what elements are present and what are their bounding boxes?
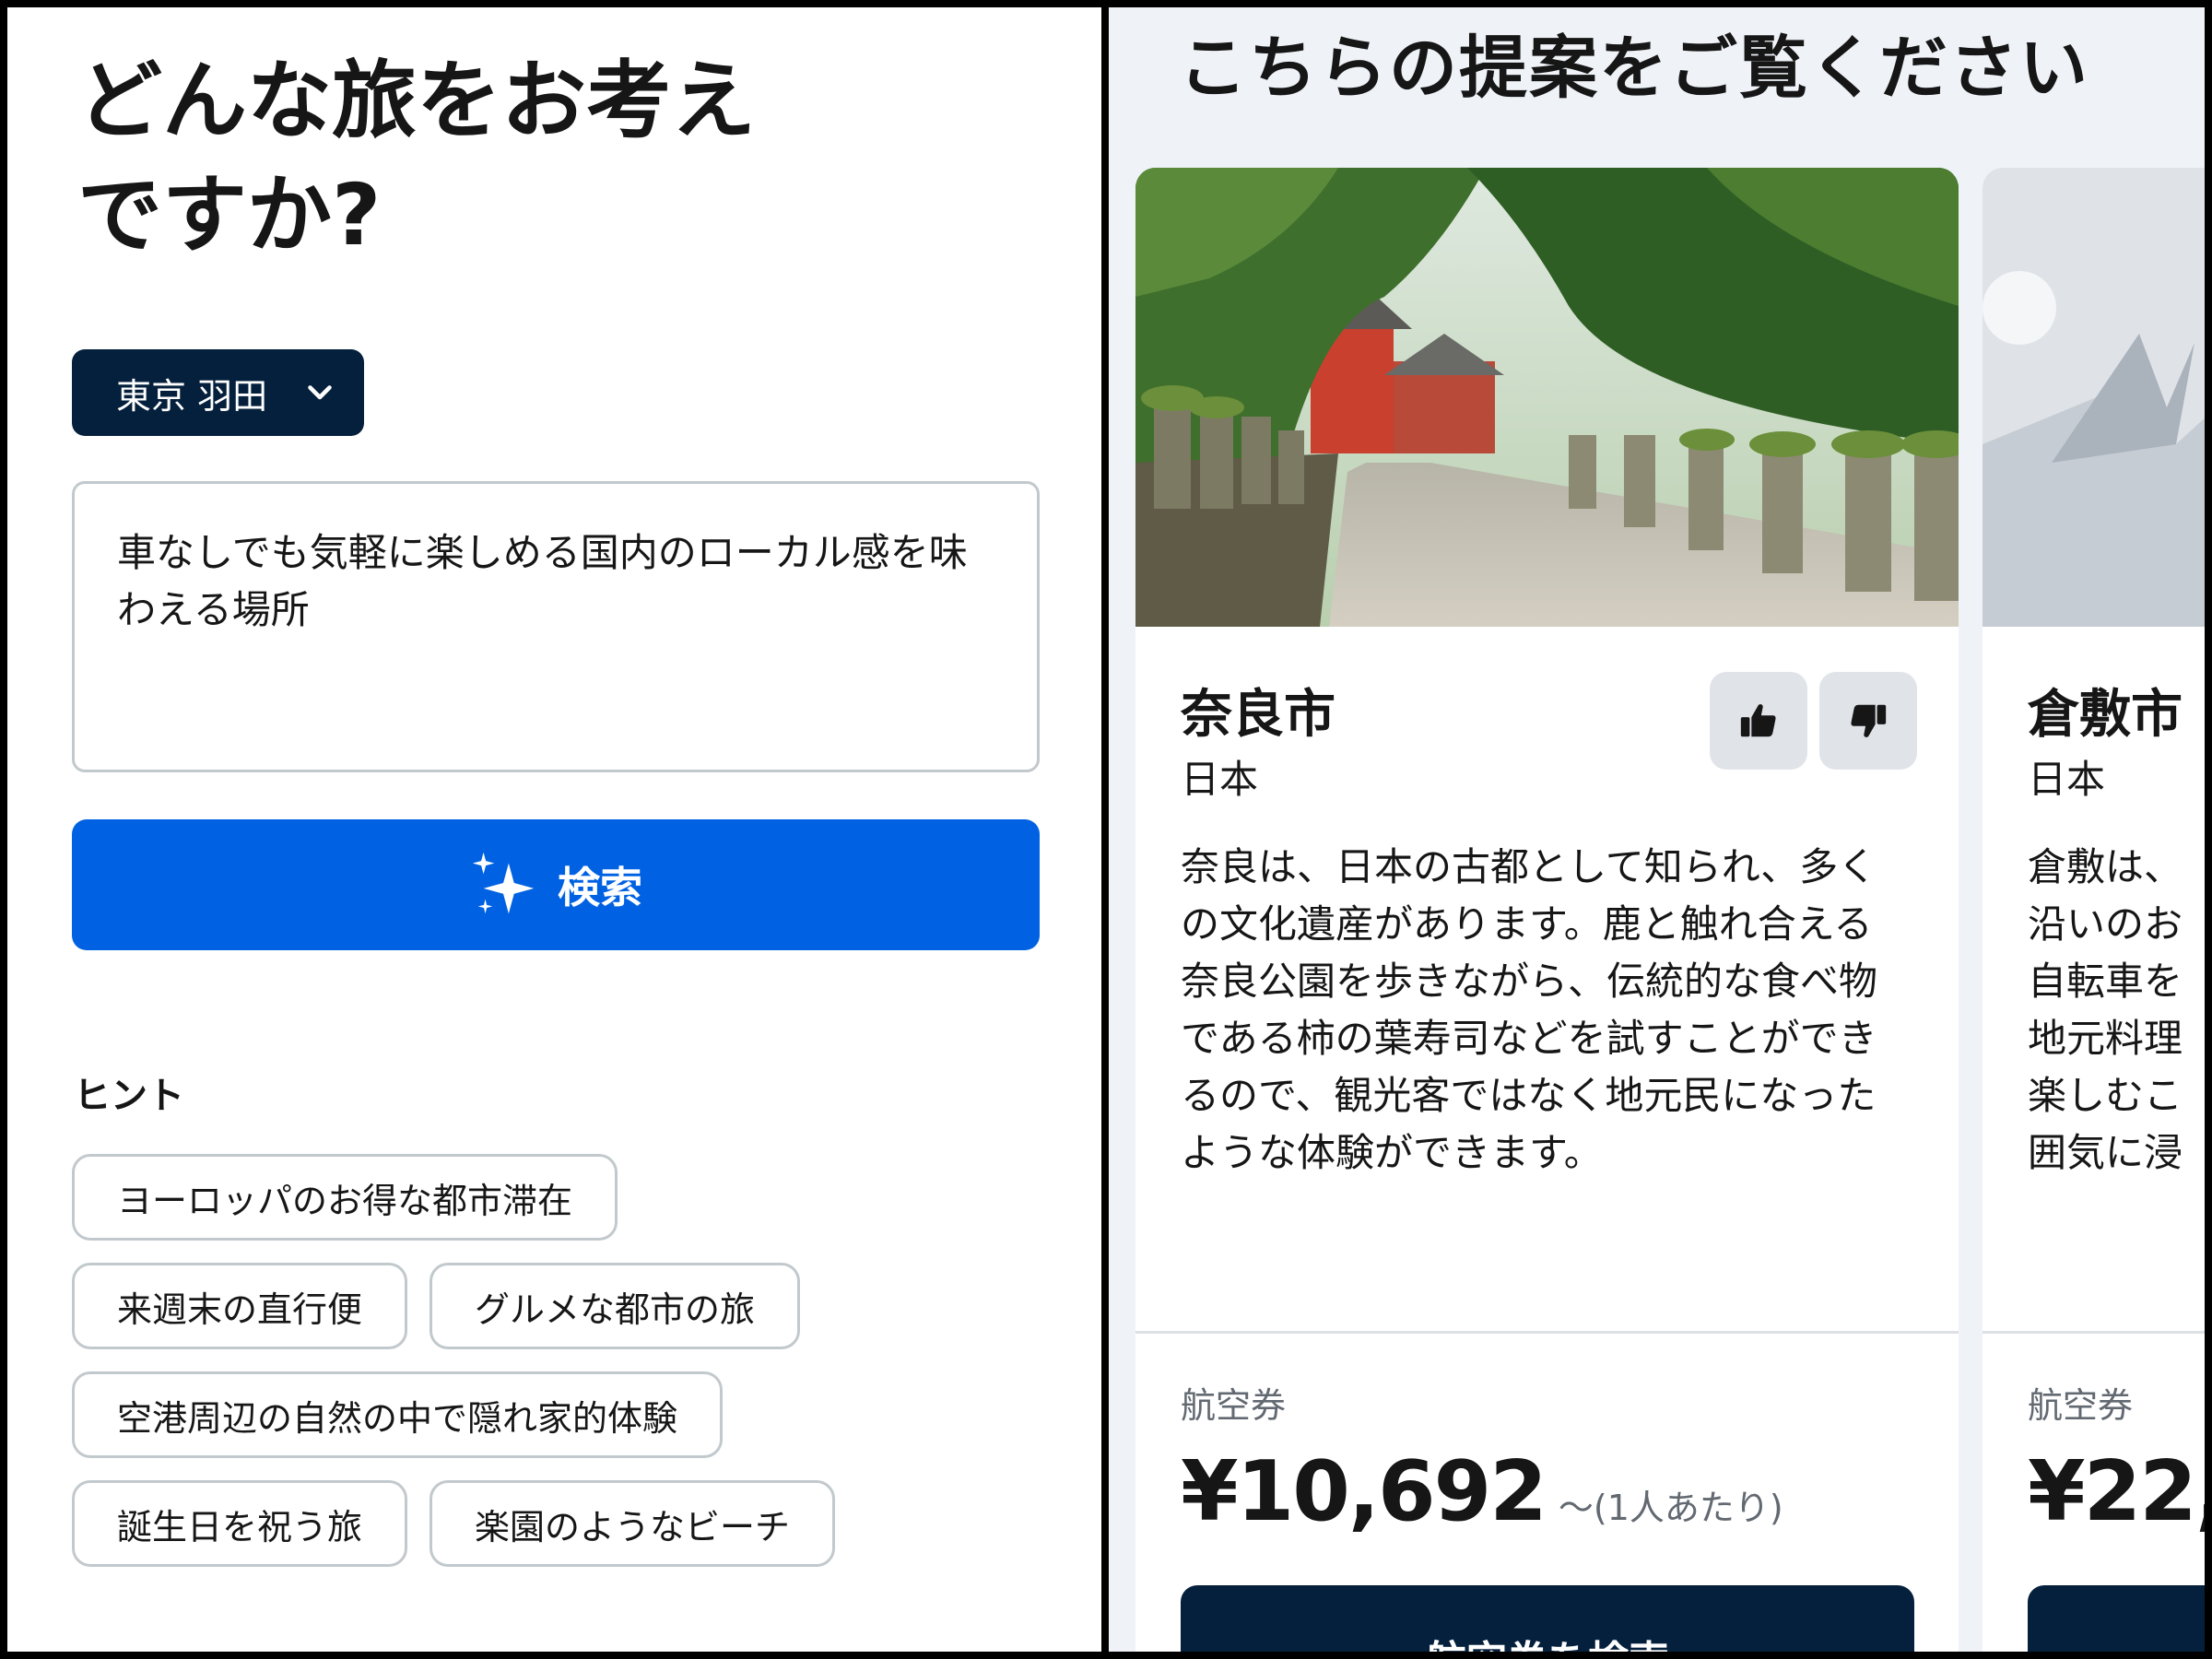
- hint-row: 誕生日を祝う旅 楽園のようなビーチ: [72, 1480, 1067, 1567]
- card-divider: [1135, 1331, 1959, 1334]
- destination-photo-placeholder: [1983, 168, 2205, 627]
- sparkle-icon: [472, 852, 535, 914]
- thumbs-down-icon: [1851, 704, 1887, 737]
- destination-country: 日本: [2028, 757, 2106, 802]
- destination-card[interactable]: 倉敷市 日本 倉敷は、 沿いのお 自転車を 地元料理 楽しむこ 囲気に浸 航空券…: [1983, 168, 2205, 1652]
- page-title: どんな旅をお考え ですか?: [77, 44, 907, 273]
- hint-chip[interactable]: グルメな都市の旅: [429, 1263, 801, 1349]
- destination-description: 倉敷は、 沿いのお 自転車を 地元料理 楽しむこ 囲気に浸: [2028, 844, 2183, 1175]
- origin-airport-selector[interactable]: 東京 羽田: [72, 349, 364, 436]
- hint-chip[interactable]: 誕生日を祝う旅: [72, 1480, 408, 1567]
- destination-city: 倉敷市: [2028, 685, 2183, 745]
- price-value: ¥22,6: [2028, 1443, 2205, 1540]
- screenshot-frame: どんな旅をお考え ですか? 東京 羽田 車なしでも気軽に楽しめる国内のローカル感…: [0, 0, 2212, 1659]
- hint-chips: ヨーロッパのお得な都市滞在 来週末の直行便 グルメな都市の旅 空港周辺の自然の中…: [72, 1154, 1067, 1589]
- search-flights-button[interactable]: [2028, 1585, 2205, 1652]
- flight-price: ¥10,692 ～(1人あたり): [1181, 1443, 1783, 1540]
- thumbs-up-button[interactable]: [1710, 672, 1807, 770]
- hints-heading: ヒント: [74, 1075, 184, 1117]
- search-button-label: 検索: [558, 863, 642, 912]
- title-line-2: ですか?: [77, 166, 382, 265]
- query-text: 車なしでも気軽に楽しめる国内のローカル感を味わえる場所: [117, 530, 968, 632]
- hint-chip[interactable]: 来週末の直行便: [72, 1263, 408, 1349]
- flight-label: 航空券: [1181, 1385, 1287, 1426]
- price-note: ～(1人あたり): [1558, 1488, 1783, 1528]
- destination-city: 奈良市: [1181, 685, 1335, 745]
- hint-chip[interactable]: 楽園のようなビーチ: [429, 1480, 836, 1567]
- hint-row: 来週末の直行便 グルメな都市の旅: [72, 1263, 1067, 1349]
- suggestions-panel: こちらの提案をご覧ください 奈良市 日本 奈良は、日本の古都として知られ、多くの…: [1109, 7, 2205, 1652]
- flight-price: ¥22,6: [2028, 1443, 2205, 1540]
- hint-row: ヨーロッパのお得な都市滞在: [72, 1154, 1067, 1241]
- destination-photo: [1135, 168, 1959, 627]
- trip-query-panel: どんな旅をお考え ですか? 東京 羽田 車なしでも気軽に楽しめる国内のローカル感…: [7, 7, 1101, 1652]
- search-button[interactable]: 検索: [72, 819, 1040, 950]
- thumbs-down-button[interactable]: [1819, 672, 1917, 770]
- thumbs-up-icon: [1740, 704, 1776, 737]
- hint-row: 空港周辺の自然の中で隠れ家的体験: [72, 1371, 1067, 1458]
- price-value: ¥10,692: [1181, 1443, 1547, 1540]
- suggestions-title: こちらの提案をご覧ください: [1179, 29, 2089, 108]
- chevron-down-icon: [308, 385, 332, 400]
- card-divider: [1983, 1331, 2205, 1334]
- trip-query-input[interactable]: 車なしでも気軽に楽しめる国内のローカル感を味わえる場所: [72, 481, 1040, 772]
- title-line-1: どんな旅をお考え: [77, 52, 757, 150]
- search-flights-button[interactable]: 航空券を検索: [1181, 1585, 1914, 1652]
- hint-chip[interactable]: ヨーロッパのお得な都市滞在: [72, 1154, 618, 1241]
- flight-label: 航空券: [2028, 1385, 2134, 1426]
- origin-label: 東京 羽田: [116, 375, 268, 417]
- search-flights-label: 航空券を検索: [1426, 1628, 1669, 1652]
- destination-description: 奈良は、日本の古都として知られ、多くの文化遺産があります。鹿と触れ合える奈良公園…: [1181, 844, 1878, 1175]
- destination-card[interactable]: 奈良市 日本 奈良は、日本の古都として知られ、多くの文化遺産があります。鹿と触れ…: [1135, 168, 1959, 1652]
- hint-chip[interactable]: 空港周辺の自然の中で隠れ家的体験: [72, 1371, 724, 1458]
- destination-country: 日本: [1181, 757, 1259, 802]
